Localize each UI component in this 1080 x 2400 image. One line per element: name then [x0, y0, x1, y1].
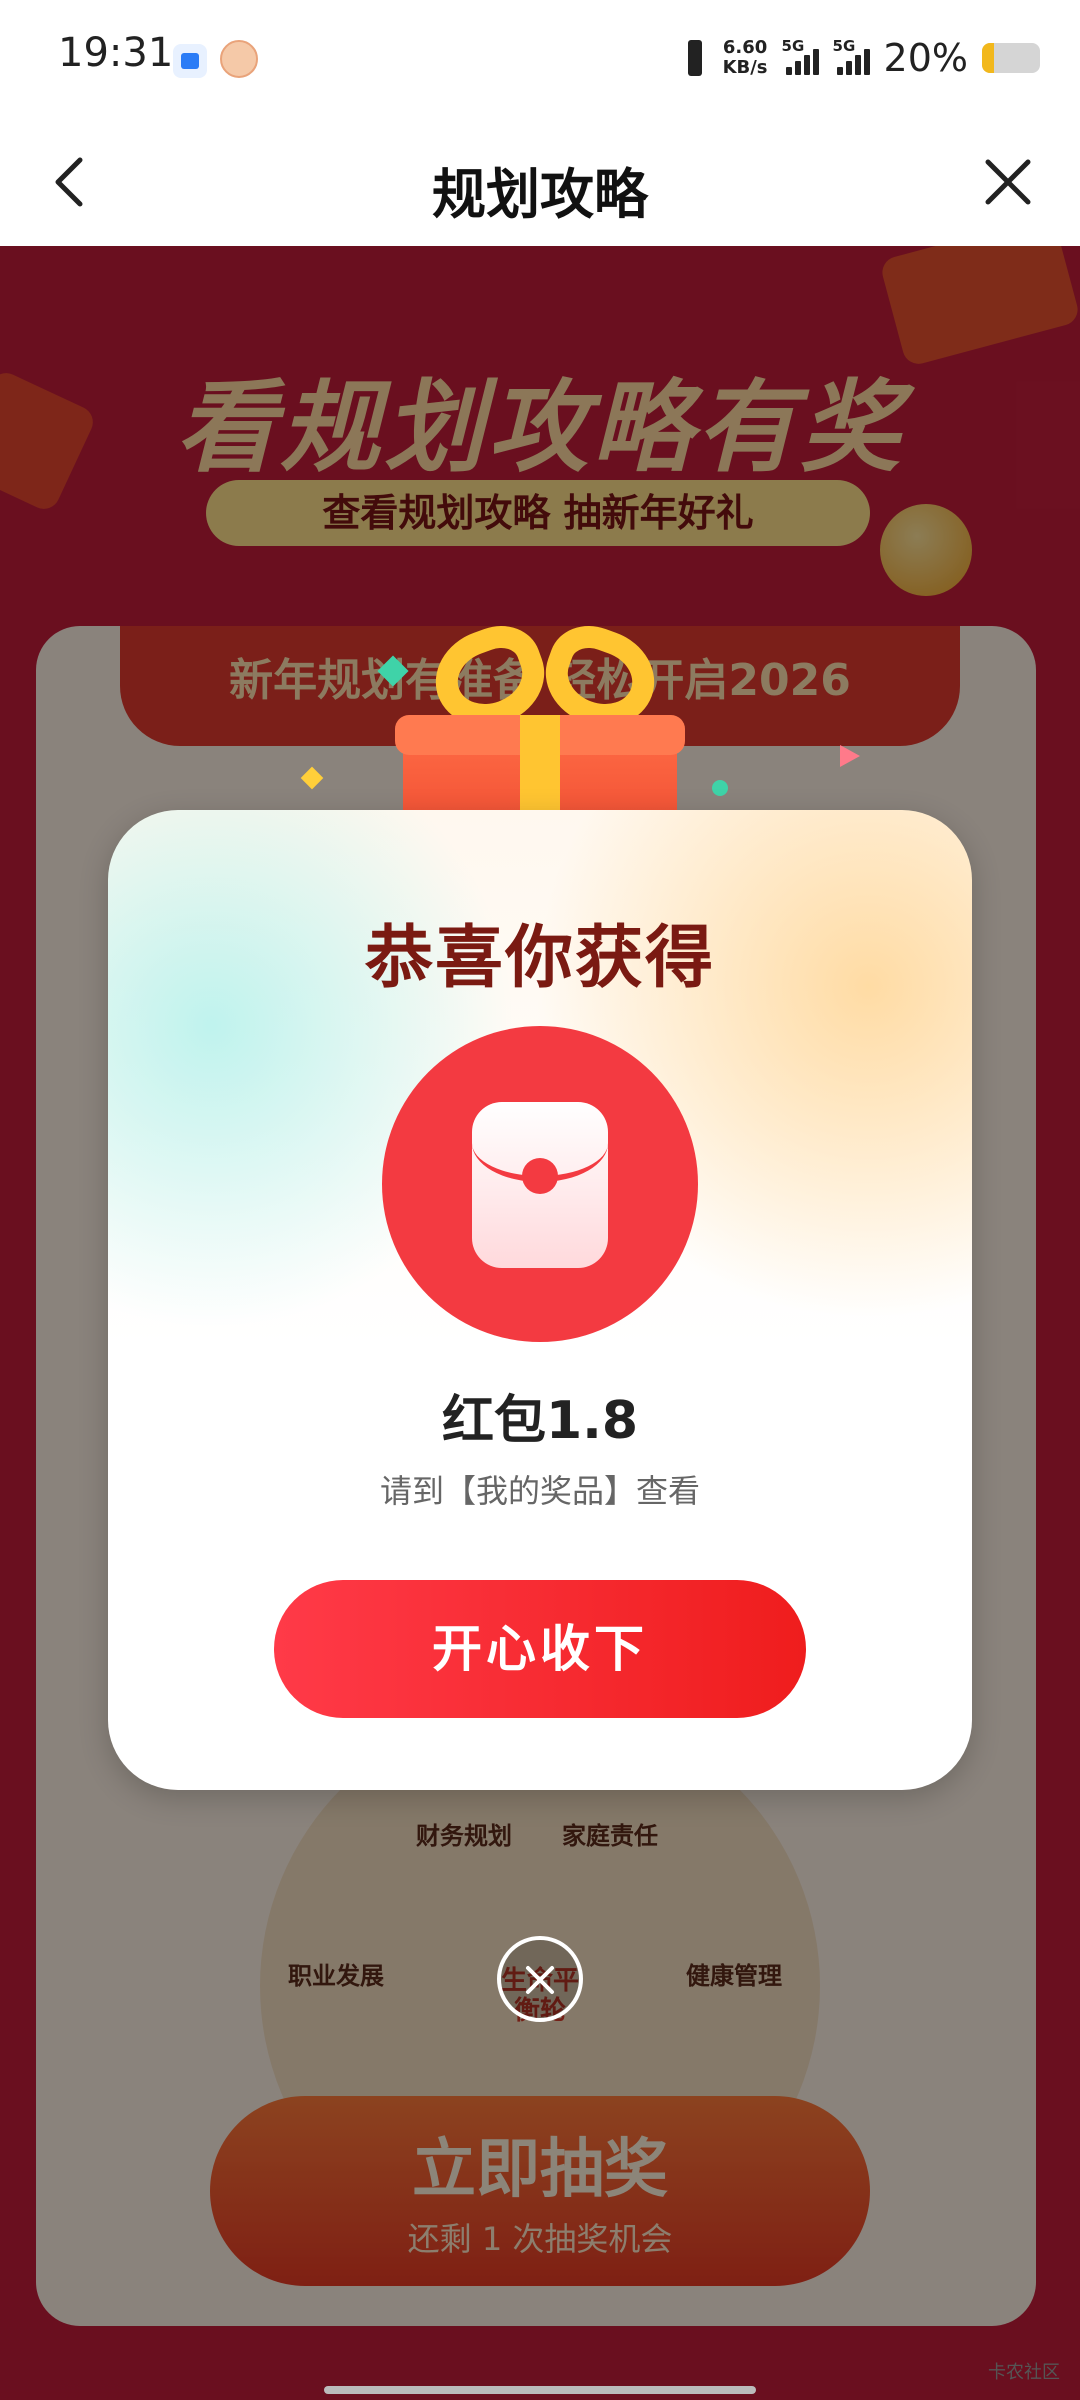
prize-modal: 恭喜你获得 红包1.8 请到【我的奖品】查看 开心收下: [108, 810, 972, 1790]
watermark: 卡农社区: [988, 2362, 1060, 2383]
close-icon[interactable]: [980, 154, 1036, 210]
signal-icon: 5G: [782, 37, 819, 75]
notification-app-icon: [173, 44, 207, 78]
prize-badge: [382, 1026, 698, 1342]
nav-bar: 规划攻略: [0, 116, 1080, 246]
modal-title: 恭喜你获得: [364, 919, 715, 998]
red-envelope-icon: [472, 1102, 608, 1268]
prize-name: 红包1.8: [441, 1391, 639, 1451]
net-speed-unit: KB/s: [722, 57, 768, 78]
sim2-label: 5G: [832, 37, 856, 55]
sim1-label: 5G: [781, 37, 805, 55]
vibrate-icon: [681, 40, 709, 76]
signal-icon: 5G: [833, 37, 870, 75]
battery-level: [982, 43, 994, 73]
status-right-group: 6.60 KB/s 5G 5G 20%: [681, 30, 1040, 86]
status-bar: 19:31 6.60 KB/s 5G 5G 20%: [0, 0, 1080, 116]
prize-hint: 请到【我的奖品】查看: [379, 1472, 700, 1510]
home-indicator[interactable]: [324, 2386, 756, 2394]
net-speed-value: 6.60: [722, 37, 768, 58]
page-title: 规划攻略: [432, 163, 648, 226]
accept-button[interactable]: 开心收下: [274, 1580, 806, 1718]
confetti-decoration: [840, 745, 860, 767]
status-time: 19:31: [58, 30, 174, 76]
confetti-decoration: [712, 780, 728, 796]
mascot-app-icon: [220, 40, 258, 78]
battery-percent: 20%: [883, 36, 968, 80]
net-speed: 6.60 KB/s: [723, 38, 768, 78]
battery-icon: [982, 43, 1040, 73]
close-modal-icon[interactable]: [497, 1936, 583, 2022]
